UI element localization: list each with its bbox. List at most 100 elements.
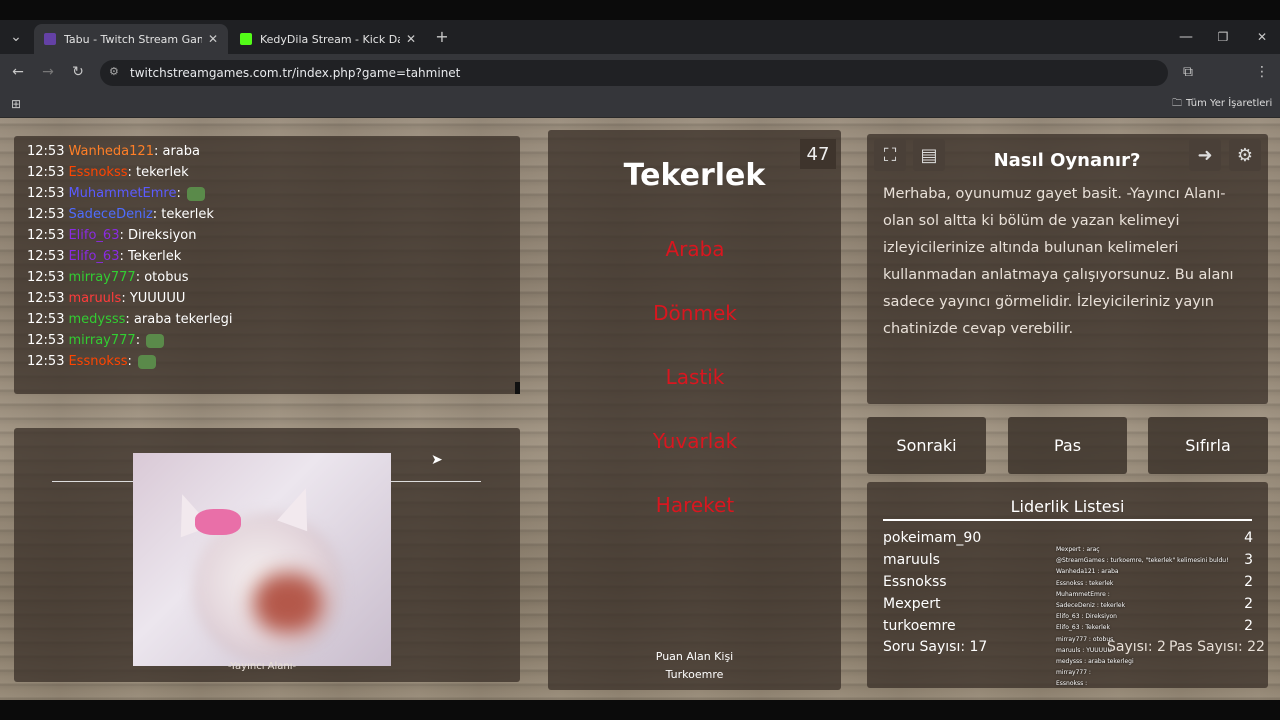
chat-message: 12:53 Elifo_63: Direksiyon <box>27 225 507 246</box>
tab-kick[interactable]: KedyDila Stream - Kick Dashboard ✕ <box>230 24 426 54</box>
fullscreen-icon[interactable]: ⛶ <box>874 139 906 171</box>
chat-username[interactable]: medysss <box>68 312 125 327</box>
chat-message: 12:53 maruuls: YUUUUU <box>27 288 507 309</box>
chat-username[interactable]: mirray777 <box>68 270 135 285</box>
top-black-bar <box>0 0 1280 20</box>
folder-icon: 🗀 <box>1172 98 1182 109</box>
chat-time: 12:53 <box>27 270 65 285</box>
chat-panel: 12:53 Wanheda121: araba 12:53 Essnokss: tek… <box>14 136 520 394</box>
overlay-chat-line: Essnokss : tekerlek <box>1056 579 1114 587</box>
bookmarks-label: Tüm Yer İşaretleri <box>1186 98 1273 109</box>
forbidden-word: Dönmek <box>653 301 737 325</box>
chat-message: 12:53 MuhammetEmre: <box>27 183 507 204</box>
bottom-black-bar <box>0 700 1280 720</box>
forbidden-word: Lastik <box>665 365 725 389</box>
chat-username[interactable]: Wanheda121 <box>68 144 154 159</box>
chat-time: 12:53 <box>27 186 65 201</box>
new-tab-button[interactable]: + <box>432 27 452 47</box>
chat-username[interactable]: Elifo_63 <box>68 249 119 264</box>
mouse-cursor-icon: ➤ <box>431 452 443 468</box>
player-score: 4 <box>1244 530 1253 546</box>
minimize-button[interactable]: — <box>1176 27 1196 47</box>
back-icon[interactable]: ← <box>8 62 28 82</box>
chat-username[interactable]: Essnokss <box>68 165 127 180</box>
overlay-chat-line: mirray777 : otobus <box>1056 635 1114 643</box>
tab-close-icon[interactable]: ✕ <box>208 32 218 46</box>
howto-text: Merhaba, oyunumuz gayet basit. -Yayıncı … <box>883 186 1234 337</box>
chat-message: 12:53 Essnokss: tekerlek <box>27 162 507 183</box>
chat-message: 12:53 Essnokss: <box>27 351 507 372</box>
chat-time: 12:53 <box>27 291 65 306</box>
chat-message: 12:53 mirray777: otobus <box>27 267 507 288</box>
overlay-chat-line: mirray777 : <box>1056 669 1091 677</box>
forbidden-word: Yuvarlak <box>652 429 738 453</box>
overlay-chat-line: MuhammetEmre : <box>1056 590 1110 598</box>
scrollbar[interactable] <box>515 382 520 394</box>
notes-icon[interactable]: ▤ <box>913 139 945 171</box>
chat-username[interactable]: Essnokss <box>68 354 127 369</box>
tab-tabu[interactable]: Tabu - Twitch Stream Games ✕ <box>34 24 228 54</box>
chat-message: 12:53 Wanheda121: araba <box>27 141 507 162</box>
overlay-chat-line: Mexpert : araç <box>1056 546 1100 553</box>
bow-icon <box>195 509 241 535</box>
next-button[interactable]: Sonraki <box>867 417 986 474</box>
word-card: 47 Tekerlek Araba Dönmek Lastik Yuvarlak… <box>548 130 841 690</box>
player-name: Essnokss <box>883 574 947 590</box>
chat-username[interactable]: Elifo_63 <box>68 228 119 243</box>
chat-username[interactable]: SadeceDeniz <box>68 207 152 222</box>
chat-username[interactable]: mirray777 <box>68 333 135 348</box>
settings-gear-icon[interactable]: ⚙ <box>1229 139 1261 171</box>
chat-text: tekerlek <box>136 165 189 180</box>
chat-text: araba <box>162 144 200 159</box>
chat-separator: : <box>127 354 137 369</box>
reset-button[interactable]: Sıfırla <box>1148 417 1268 474</box>
tab-label: KedyDila Stream - Kick Dashboard <box>260 32 400 46</box>
chat-text: Tekerlek <box>128 249 182 264</box>
player-score: 3 <box>1244 552 1253 568</box>
howto-panel: ⛶ ▤ Nasıl Oynanır? ➜ ⚙ Merhaba, oyunumuz… <box>867 134 1268 404</box>
overlay-chat-line: @StreamGames : turkoemre, "tekerlek" kel… <box>1056 557 1229 565</box>
game-page: 12:53 Wanheda121: araba 12:53 Essnokss: tek… <box>0 118 1280 700</box>
tab-close-icon[interactable]: ✕ <box>406 32 416 46</box>
chat-username[interactable]: MuhammetEmre <box>68 186 176 201</box>
streamer-caption: -Yayıncı Alanı- <box>227 661 297 672</box>
chat-separator: : <box>135 270 145 285</box>
player-score: 2 <box>1244 596 1253 612</box>
chat-separator: : <box>176 186 186 201</box>
question-count: Soru Sayısı: 17 <box>883 639 988 655</box>
chat-username[interactable]: maruuls <box>68 291 121 306</box>
reload-icon[interactable]: ↻ <box>68 62 88 82</box>
chat-time: 12:53 <box>27 228 65 243</box>
player-name: turkoemre <box>883 618 956 634</box>
streamer-panel: -Yayıncı Alanı- ➤ <box>14 428 520 682</box>
player-name: pokeimam_90 <box>883 530 982 546</box>
close-window-button[interactable]: ✕ <box>1252 27 1272 47</box>
apps-grid-icon[interactable]: ⊞ <box>6 94 26 114</box>
pass-button[interactable]: Pas <box>1008 417 1127 474</box>
scorer-label: Puan Alan Kişi <box>655 650 734 663</box>
howto-title: Nasıl Oynanır? <box>993 150 1141 171</box>
chat-separator: : <box>119 228 128 243</box>
url-text: twitchstreamgames.com.tr/index.php?game=… <box>130 66 461 80</box>
forward-icon[interactable]: → <box>38 62 58 82</box>
forbidden-word: Hareket <box>655 493 735 517</box>
chat-text: otobus <box>144 270 189 285</box>
overlay-chat-line: Elifo_63 : Direksiyon <box>1056 613 1117 621</box>
chat-separator: : <box>119 249 128 264</box>
chat-text: tekerlek <box>161 207 214 222</box>
chat-message: 12:53 mirray777: <box>27 330 507 351</box>
site-info-icon[interactable]: ⚙ <box>109 65 119 78</box>
overlay-chat-line: Wanheda121 : araba <box>1056 568 1119 576</box>
address-bar[interactable]: ⚙ twitchstreamgames.com.tr/index.php?gam… <box>100 60 1168 86</box>
tab-search-icon[interactable]: ⌄ <box>6 27 26 47</box>
all-bookmarks[interactable]: 🗀 Tüm Yer İşaretleri <box>1172 96 1272 113</box>
chat-message: 12:53 SadeceDeniz: tekerlek <box>27 204 507 225</box>
restore-button[interactable]: ❐ <box>1213 27 1233 47</box>
player-score: 2 <box>1244 574 1253 590</box>
menu-icon[interactable]: ⋮ <box>1252 62 1272 82</box>
extensions-icon[interactable]: ⧉ <box>1178 62 1198 82</box>
chat-message: 12:53 medysss: araba tekerlegi <box>27 309 507 330</box>
forbidden-word: Araba <box>665 237 725 261</box>
exit-icon[interactable]: ➜ <box>1189 139 1221 171</box>
chat-message: 12:53 Elifo_63: Tekerlek <box>27 246 507 267</box>
